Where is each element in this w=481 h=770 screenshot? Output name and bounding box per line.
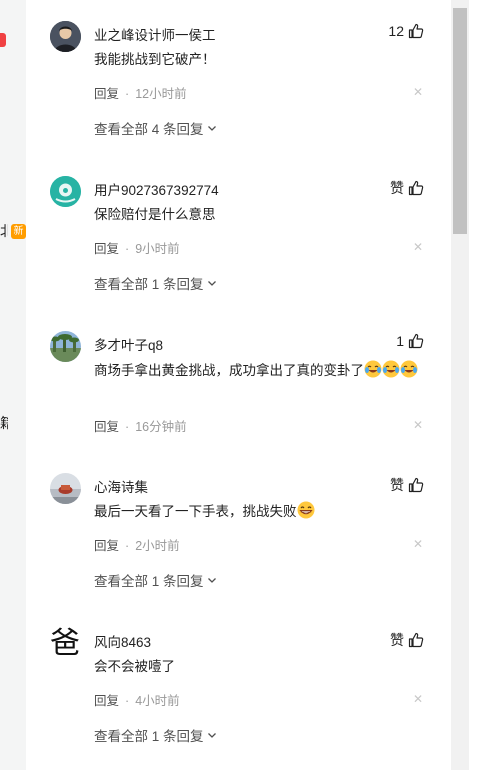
left-column — [0, 0, 26, 770]
avatar[interactable] — [50, 21, 81, 52]
username[interactable]: 用户9027367392774 — [94, 179, 219, 199]
close-icon[interactable]: ✕ — [413, 85, 423, 99]
like-count: 12 — [388, 23, 404, 39]
like-button[interactable]: 12 — [388, 23, 424, 39]
avatar-char: 爸 — [50, 627, 80, 661]
left-column-text: 北 — [0, 223, 8, 239]
thumbs-up-icon — [408, 23, 424, 39]
crying-laughing-emoji — [364, 360, 382, 378]
like-button[interactable]: 赞 — [390, 475, 424, 495]
comment-text: 商场手拿出黄金挑战，成功拿出了真的变卦了 — [94, 360, 424, 382]
close-icon[interactable]: ✕ — [413, 418, 423, 432]
view-replies-button[interactable]: 查看全部 1 条回复 — [94, 570, 218, 590]
view-replies-button[interactable]: 查看全部 1 条回复 — [94, 725, 218, 745]
close-icon[interactable]: ✕ — [413, 240, 423, 254]
close-icon[interactable]: ✕ — [413, 692, 423, 706]
view-replies-label: 查看全部 1 条回复 — [94, 729, 204, 744]
comment-time: 12小时前 — [135, 87, 187, 101]
thumbs-up-icon — [408, 477, 424, 493]
username[interactable]: 多才叶子q8 — [94, 334, 163, 354]
comment-text-body: 商场手拿出黄金挑战，成功拿出了真的变卦了 — [94, 363, 364, 378]
like-button[interactable]: 赞 — [390, 630, 424, 650]
comment-time: 16分钟前 — [135, 420, 187, 434]
chevron-down-icon — [207, 281, 216, 286]
avatar[interactable] — [50, 473, 81, 504]
notification-badge — [0, 33, 6, 47]
crying-laughing-emoji — [400, 360, 418, 378]
comment-meta: 回复 · 16分钟前 — [94, 420, 187, 434]
like-count: 赞 — [390, 477, 404, 493]
comment-time: 4小时前 — [135, 694, 180, 708]
avatar[interactable] — [50, 331, 81, 362]
comment-text: 会不会被噎了 — [94, 659, 175, 674]
reply-button[interactable]: 回复 — [94, 694, 119, 708]
avatar[interactable] — [50, 176, 81, 207]
comment-text: 保险赔付是什么意思 — [94, 207, 216, 222]
close-icon[interactable]: ✕ — [413, 537, 423, 551]
view-replies-label: 查看全部 1 条回复 — [94, 277, 204, 292]
comment-page: 北 新 籍 业之峰设计师一侯工 12 我能挑战到它破产！ 回复 · 12小时前 ✕ … — [0, 0, 481, 770]
comment-time: 9小时前 — [135, 242, 180, 256]
chevron-down-icon — [207, 126, 216, 131]
like-count: 赞 — [390, 180, 404, 196]
thumbs-up-icon — [408, 333, 424, 349]
comment-text: 最后一天看了一下手表，挑战失败 — [94, 501, 419, 523]
avatar[interactable]: 爸 — [48, 627, 82, 661]
like-button[interactable]: 1 — [396, 333, 424, 349]
comment-meta: 回复 · 9小时前 — [94, 242, 180, 256]
crying-laughing-emoji — [382, 360, 400, 378]
username[interactable]: 风向8463 — [94, 631, 151, 651]
view-replies-label: 查看全部 4 条回复 — [94, 122, 204, 137]
new-badge: 新 — [11, 224, 26, 239]
reply-button[interactable]: 回复 — [94, 87, 119, 101]
scrollbar-thumb[interactable] — [453, 8, 467, 234]
reply-button[interactable]: 回复 — [94, 539, 119, 553]
thumbs-up-icon — [408, 632, 424, 648]
view-replies-button[interactable]: 查看全部 4 条回复 — [94, 118, 218, 138]
reply-button[interactable]: 回复 — [94, 242, 119, 256]
view-replies-button[interactable]: 查看全部 1 条回复 — [94, 273, 218, 293]
comment-meta: 回复 · 12小时前 — [94, 87, 187, 101]
left-column-text: 籍 — [0, 415, 8, 431]
username[interactable]: 心海诗集 — [94, 476, 148, 496]
comment-meta: 回复 · 2小时前 — [94, 539, 180, 553]
right-margin — [469, 0, 481, 770]
like-count: 1 — [396, 333, 404, 349]
chevron-down-icon — [207, 733, 216, 738]
like-button[interactable]: 赞 — [390, 178, 424, 198]
chevron-down-icon — [207, 578, 216, 583]
comment-text: 我能挑战到它破产！ — [94, 52, 216, 67]
view-replies-label: 查看全部 1 条回复 — [94, 574, 204, 589]
comment-panel — [26, 0, 451, 770]
username[interactable]: 业之峰设计师一侯工 — [94, 24, 216, 44]
comment-text-body: 最后一天看了一下手表，挑战失败 — [94, 504, 297, 519]
comment-time: 2小时前 — [135, 539, 180, 553]
thumbs-up-icon — [408, 180, 424, 196]
reply-button[interactable]: 回复 — [94, 420, 119, 434]
comment-meta: 回复 · 4小时前 — [94, 694, 180, 708]
grinning-emoji — [297, 501, 314, 519]
like-count: 赞 — [390, 632, 404, 648]
